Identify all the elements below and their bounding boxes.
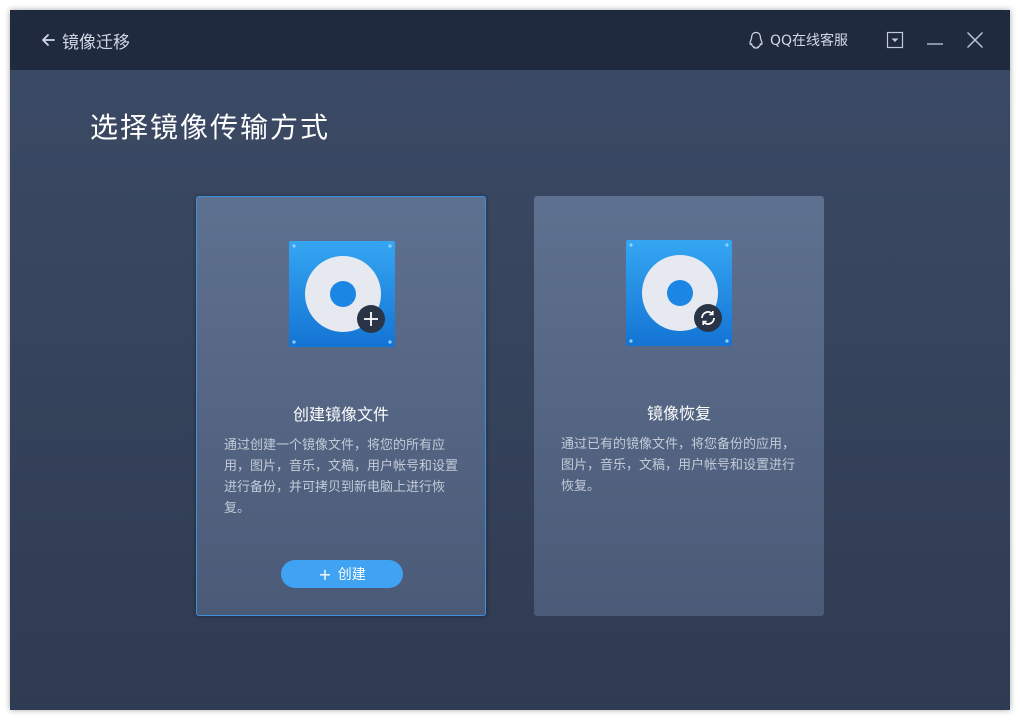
- plus-icon: +: [318, 564, 332, 584]
- qq-icon: [749, 31, 763, 49]
- card-description: 通过已有的镜像文件，将您备份的应用，图片，音乐，文稿，用户帐号和设置进行恢复。: [561, 437, 796, 494]
- app-window: 镜像迁移 QQ在线客服 选择镜像传输方式 创建镜像文件 通过创建一个镜像文件，将…: [10, 10, 1010, 710]
- disc-image-icon: [289, 241, 395, 347]
- minimize-button[interactable]: [924, 29, 946, 51]
- arrow-left-icon: [42, 34, 55, 46]
- back-label: 镜像迁移: [62, 32, 130, 53]
- card-title: 镜像恢复: [646, 404, 711, 423]
- card-title: 创建镜像文件: [292, 405, 389, 424]
- dropdown-icon: [886, 31, 904, 49]
- minimize-icon: [927, 43, 943, 45]
- card-description: 通过创建一个镜像文件，将您的所有应用，图片，音乐，文稿，用户帐号和设置进行备份，…: [224, 438, 459, 516]
- plus-icon: [357, 305, 385, 333]
- create-button[interactable]: + 创建: [281, 560, 403, 588]
- qq-support-label: QQ在线客服: [769, 33, 848, 49]
- qq-support-link[interactable]: QQ在线客服: [748, 30, 848, 50]
- title-bar: 镜像迁移 QQ在线客服: [10, 10, 1010, 70]
- close-button[interactable]: [964, 29, 986, 51]
- back-button[interactable]: 镜像迁移: [40, 28, 130, 53]
- dropdown-menu-button[interactable]: [884, 29, 906, 51]
- close-icon: [967, 32, 983, 48]
- create-image-card[interactable]: 创建镜像文件 通过创建一个镜像文件，将您的所有应用，图片，音乐，文稿，用户帐号和…: [196, 196, 486, 616]
- window-controls: QQ在线客服: [748, 10, 986, 70]
- disc-image-icon: [626, 240, 732, 346]
- create-button-label: 创建: [337, 567, 366, 583]
- restore-image-card[interactable]: 镜像恢复 通过已有的镜像文件，将您备份的应用，图片，音乐，文稿，用户帐号和设置进…: [534, 196, 824, 616]
- page-title: 选择镜像传输方式: [90, 111, 331, 144]
- refresh-icon: [694, 304, 722, 332]
